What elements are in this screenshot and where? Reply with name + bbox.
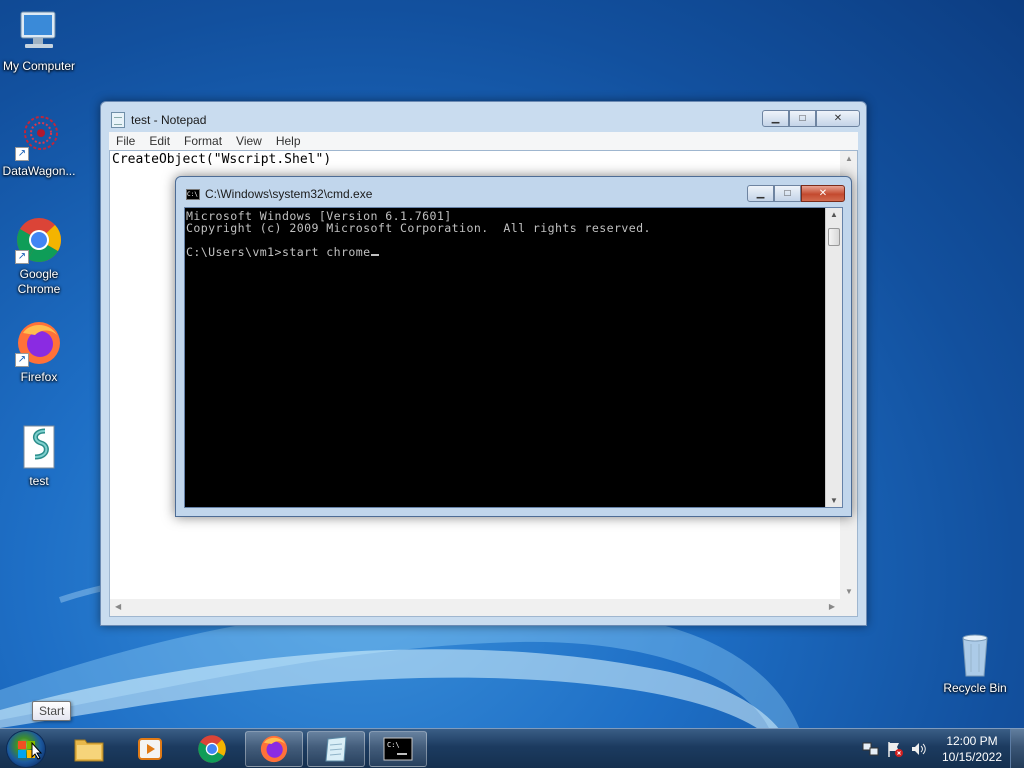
cmd-prompt: C:\Users\vm1>start chrome xyxy=(186,245,371,259)
desktop-icon-datawagon[interactable]: ↗ DataWagon... xyxy=(0,113,78,179)
cmd-window-controls: ▁ □ ✕ xyxy=(747,185,845,202)
desktop-icon-label: Recycle Bin xyxy=(943,681,1007,695)
taskbar-notepad-button[interactable] xyxy=(307,731,365,767)
chrome-icon xyxy=(198,735,226,763)
desktop-icon-label: test xyxy=(29,474,49,488)
action-center-flag-icon[interactable] xyxy=(886,740,904,758)
desktop-icon-my-computer[interactable]: My Computer xyxy=(0,8,78,74)
system-tray: 12:00 PM 10/15/2022 xyxy=(862,729,1024,768)
maximize-icon: □ xyxy=(784,188,791,199)
clock[interactable]: 12:00 PM 10/15/2022 xyxy=(934,733,1010,765)
shortcut-arrow-icon: ↗ xyxy=(15,353,29,367)
scrollbar-corner xyxy=(840,599,857,616)
notepad-icon xyxy=(111,112,125,128)
notepad-window-controls: ▁ □ ✕ xyxy=(762,110,860,127)
minimize-button[interactable]: ▁ xyxy=(747,185,774,202)
volume-icon[interactable] xyxy=(910,740,928,758)
cmd-prompt-line: C:\Users\vm1>start chrome xyxy=(186,246,651,258)
computer-icon xyxy=(15,8,63,56)
datawagon-icon: ↗ xyxy=(15,113,63,161)
text-cursor xyxy=(370,254,379,256)
menu-view[interactable]: View xyxy=(236,134,262,148)
clock-time: 12:00 PM xyxy=(946,734,998,748)
notepad-horizontal-scrollbar[interactable]: ◀ ▶ xyxy=(110,599,840,616)
scroll-down-icon[interactable]: ▼ xyxy=(830,496,838,505)
scrollbar-thumb[interactable] xyxy=(828,228,840,246)
scroll-down-icon[interactable]: ▼ xyxy=(845,587,853,596)
cmd-line: Copyright (c) 2009 Microsoft Corporation… xyxy=(186,221,651,235)
menu-edit[interactable]: Edit xyxy=(149,134,170,148)
cmd-icon: C:\ xyxy=(383,737,413,761)
desktop-icon-label: Google Chrome xyxy=(17,267,61,296)
desktop-icon-label: DataWagon... xyxy=(2,164,76,178)
taskbar-chrome-button[interactable] xyxy=(183,731,241,767)
minimize-icon: ▁ xyxy=(771,113,780,124)
minimize-button[interactable]: ▁ xyxy=(762,110,789,127)
maximize-button[interactable]: □ xyxy=(789,110,816,127)
desktop-icon-firefox[interactable]: ↗ Firefox xyxy=(0,319,78,385)
notepad-icon xyxy=(325,736,347,762)
taskbar-firefox-button[interactable] xyxy=(245,731,303,767)
cmd-vertical-scrollbar[interactable]: ▲ ▼ xyxy=(825,208,842,507)
taskbar-media-player-button[interactable] xyxy=(121,731,179,767)
cmd-window[interactable]: C:\ C:\Windows\system32\cmd.exe ▁ □ ✕ Mi… xyxy=(175,176,852,517)
desktop-icon-label: Firefox xyxy=(20,370,58,384)
taskbar-cmd-button[interactable]: C:\ xyxy=(369,731,427,767)
folder-icon xyxy=(74,739,104,762)
desktop-icon-test[interactable]: test xyxy=(0,423,78,489)
cmd-icon: C:\ xyxy=(186,188,200,200)
chrome-icon: ↗ xyxy=(15,216,63,264)
svg-text:C:\: C:\ xyxy=(387,741,400,749)
scroll-right-icon[interactable]: ▶ xyxy=(829,602,835,611)
scroll-left-icon[interactable]: ◀ xyxy=(115,602,121,611)
scroll-up-icon[interactable]: ▲ xyxy=(845,154,853,163)
close-icon: ✕ xyxy=(818,188,828,199)
desktop-icon-recycle-bin[interactable]: Recycle Bin xyxy=(936,630,1014,696)
network-icon[interactable] xyxy=(862,740,880,758)
show-desktop-button[interactable] xyxy=(1010,729,1024,768)
firefox-icon: ↗ xyxy=(15,319,63,367)
desktop-icon-label: My Computer xyxy=(2,59,76,73)
cmd-title: C:\Windows\system32\cmd.exe xyxy=(205,187,373,201)
scroll-up-icon[interactable]: ▲ xyxy=(830,210,838,219)
cmd-title-bar: C:\ C:\Windows\system32\cmd.exe xyxy=(186,186,372,202)
close-icon: ✕ xyxy=(833,113,843,124)
maximize-button[interactable]: □ xyxy=(774,185,801,202)
recycle-bin-icon xyxy=(951,630,999,678)
close-button[interactable]: ✕ xyxy=(816,110,860,127)
notepad-title-bar: test - Notepad xyxy=(111,111,206,129)
start-tooltip: Start xyxy=(32,701,72,721)
mouse-pointer-icon xyxy=(31,742,43,760)
shortcut-arrow-icon: ↗ xyxy=(15,147,29,161)
notepad-content: CreateObject("Wscript.Shel") xyxy=(112,152,332,167)
notepad-menu-bar: File Edit Format View Help xyxy=(109,132,858,150)
desktop-icon-google-chrome[interactable]: ↗ Google Chrome xyxy=(0,216,78,297)
menu-help[interactable]: Help xyxy=(276,134,301,148)
minimize-icon: ▁ xyxy=(756,188,765,199)
taskbar-explorer-button[interactable] xyxy=(60,731,118,767)
clock-date: 10/15/2022 xyxy=(941,750,1003,764)
menu-file[interactable]: File xyxy=(116,134,135,148)
menu-format[interactable]: Format xyxy=(184,134,222,148)
close-button[interactable]: ✕ xyxy=(801,185,845,202)
taskbar: C:\ 12:00 PM 10/15/2022 xyxy=(0,728,1024,768)
cmd-output: Microsoft Windows [Version 6.1.7601] Copy… xyxy=(186,210,651,258)
notepad-title: test - Notepad xyxy=(131,113,207,127)
script-file-icon xyxy=(15,423,63,471)
cmd-console[interactable]: Microsoft Windows [Version 6.1.7601] Copy… xyxy=(184,207,843,508)
media-player-icon xyxy=(138,738,162,760)
shortcut-arrow-icon: ↗ xyxy=(15,250,29,264)
maximize-icon: □ xyxy=(799,113,806,124)
firefox-icon xyxy=(260,735,288,763)
